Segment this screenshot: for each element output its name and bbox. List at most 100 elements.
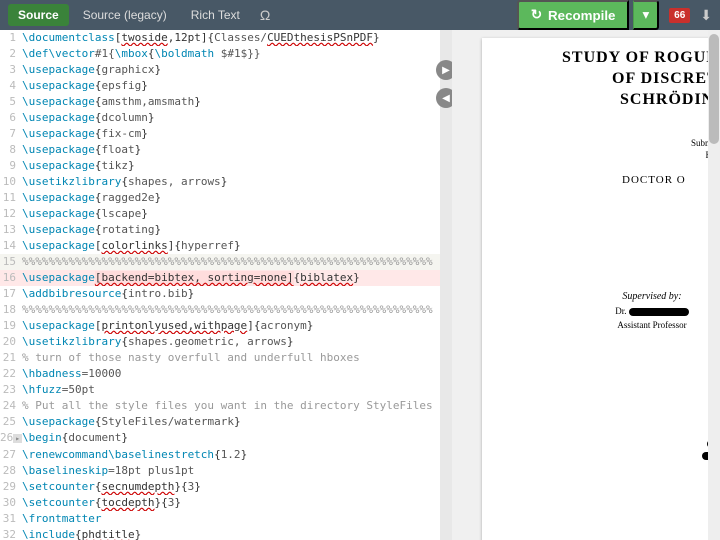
supervisor-title: Assistant Professor (562, 320, 720, 330)
code-line[interactable]: 14\usepackage[colorlinks]{hyperref} (0, 238, 440, 254)
code-line[interactable]: 31\frontmatter (0, 511, 440, 527)
code-line[interactable]: 10\usetikzlibrary{shapes, arrows} (0, 174, 440, 190)
code-line[interactable]: 2\def\vector#1{\mbox{\boldmath $#1$}} (0, 46, 440, 62)
code-content[interactable]: \usetikzlibrary{shapes, arrows} (22, 174, 440, 190)
code-line[interactable]: 3\usepackage{graphicx} (0, 62, 440, 78)
code-content[interactable]: \usepackage{ragged2e} (22, 190, 440, 206)
code-line[interactable]: 5\usepackage{amsthm,amsmath} (0, 94, 440, 110)
line-number: 6 (0, 110, 22, 126)
recompile-dropdown[interactable]: ▾ (633, 0, 659, 30)
code-content[interactable]: \usepackage{rotating} (22, 222, 440, 238)
code-content[interactable]: \addbibresource{intro.bib} (22, 286, 440, 302)
code-content[interactable]: \renewcommand\baselinestretch{1.2} (22, 447, 440, 463)
code-content[interactable]: \include{phdtitle} (22, 527, 440, 540)
line-number: 32 (0, 527, 22, 540)
line-number: 1 (0, 30, 22, 46)
code-line[interactable]: 4\usepackage{epsfig} (0, 78, 440, 94)
line-number: 5 (0, 94, 22, 110)
supervisor-line: Dr. (562, 306, 720, 316)
source-tab[interactable]: Source (8, 4, 69, 26)
line-number: 2 (0, 46, 22, 62)
code-content[interactable]: \usepackage{StyleFiles/watermark} (22, 414, 440, 430)
line-number: 8 (0, 142, 22, 158)
code-line[interactable]: 12\usepackage{lscape} (0, 206, 440, 222)
code-line[interactable]: 24% Put all the style files you want in … (0, 398, 440, 414)
code-content[interactable]: \begin{document} (22, 430, 440, 447)
code-line[interactable]: 21% turn of those nasty overfull and und… (0, 350, 440, 366)
code-content[interactable]: \usepackage{fix-cm} (22, 126, 440, 142)
code-line[interactable]: 11\usepackage{ragged2e} (0, 190, 440, 206)
code-content[interactable]: %%%%%%%%%%%%%%%%%%%%%%%%%%%%%%%%%%%%%%%%… (22, 302, 440, 318)
thesis-title: STUDY OF ROGUE OF DISCRET SCHRÖDIN (562, 48, 720, 110)
code-line[interactable]: 23\hfuzz=50pt (0, 382, 440, 398)
line-number: 12 (0, 206, 22, 222)
line-number: 21 (0, 350, 22, 366)
code-content[interactable]: \def\vector#1{\mbox{\boldmath $#1$}} (22, 46, 440, 62)
code-content[interactable]: \frontmatter (22, 511, 440, 527)
pdf-preview[interactable]: STUDY OF ROGUE OF DISCRET SCHRÖDIN Submi… (452, 30, 720, 540)
code-line[interactable]: 22\hbadness=10000 (0, 366, 440, 382)
code-line[interactable]: 15%%%%%%%%%%%%%%%%%%%%%%%%%%%%%%%%%%%%%%… (0, 254, 440, 270)
code-content[interactable]: \usetikzlibrary{shapes.geometric, arrows… (22, 334, 440, 350)
code-line[interactable]: 9\usepackage{tikz} (0, 158, 440, 174)
line-number: 3 (0, 62, 22, 78)
line-number: 31 (0, 511, 22, 527)
preview-scrollbar[interactable] (708, 30, 720, 540)
code-content[interactable]: \usepackage{tikz} (22, 158, 440, 174)
code-line[interactable]: 8\usepackage{float} (0, 142, 440, 158)
code-content[interactable]: \documentclass[twoside,12pt]{Classes/CUE… (22, 30, 440, 46)
code-content[interactable]: \usepackage[colorlinks]{hyperref} (22, 238, 440, 254)
code-line[interactable]: 25\usepackage{StyleFiles/watermark} (0, 414, 440, 430)
code-line[interactable]: 17\addbibresource{intro.bib} (0, 286, 440, 302)
line-number: 10 (0, 174, 22, 190)
line-number: 25 (0, 414, 22, 430)
code-content[interactable]: \usepackage{amsthm,amsmath} (22, 94, 440, 110)
redacted-supervisor (629, 308, 689, 316)
code-line[interactable]: 28\baselineskip=18pt plus1pt (0, 463, 440, 479)
code-line[interactable]: 16\usepackage[backend=bibtex, sorting=no… (0, 270, 440, 286)
code-line[interactable]: 1\documentclass[twoside,12pt]{Classes/CU… (0, 30, 440, 46)
code-line[interactable]: 29\setcounter{secnumdepth}{3} (0, 479, 440, 495)
recompile-label: Recompile (548, 8, 615, 23)
code-editor[interactable]: 1\documentclass[twoside,12pt]{Classes/CU… (0, 30, 440, 540)
code-content[interactable]: \usepackage{graphicx} (22, 62, 440, 78)
code-line[interactable]: 13\usepackage{rotating} (0, 222, 440, 238)
code-content[interactable]: \usepackage{float} (22, 142, 440, 158)
code-content[interactable]: %%%%%%%%%%%%%%%%%%%%%%%%%%%%%%%%%%%%%%%%… (22, 254, 440, 270)
code-line[interactable]: 18%%%%%%%%%%%%%%%%%%%%%%%%%%%%%%%%%%%%%%… (0, 302, 440, 318)
line-number: 17 (0, 286, 22, 302)
symbol-palette-button[interactable]: Ω (254, 7, 276, 23)
code-content[interactable]: \usepackage[backend=bibtex, sorting=none… (22, 270, 440, 286)
code-line[interactable]: 27\renewcommand\baselinestretch{1.2} (0, 447, 440, 463)
code-content[interactable]: \setcounter{secnumdepth}{3} (22, 479, 440, 495)
code-line[interactable]: 6\usepackage{dcolumn} (0, 110, 440, 126)
award-text: For the av (562, 150, 720, 160)
code-content[interactable]: % turn of those nasty overfull and under… (22, 350, 440, 366)
pane-divider[interactable]: ▶ ◀ (440, 30, 452, 540)
code-line[interactable]: 20\usetikzlibrary{shapes.geometric, arro… (0, 334, 440, 350)
download-icon[interactable]: ⬇ (700, 7, 712, 24)
code-content[interactable]: \usepackage[printonlyused,withpage]{acro… (22, 318, 440, 334)
scrollbar-thumb[interactable] (709, 34, 719, 144)
line-number: 26▸ (0, 430, 22, 447)
rich-text-tab[interactable]: Rich Text (181, 4, 250, 26)
code-content[interactable]: \hfuzz=50pt (22, 382, 440, 398)
code-content[interactable]: \usepackage{lscape} (22, 206, 440, 222)
code-content[interactable]: \hbadness=10000 (22, 366, 440, 382)
code-content[interactable]: \usepackage{dcolumn} (22, 110, 440, 126)
code-content[interactable]: % Put all the style files you want in th… (22, 398, 440, 414)
code-line[interactable]: 32\include{phdtitle} (0, 527, 440, 540)
source-legacy-tab[interactable]: Source (legacy) (73, 4, 177, 26)
code-line[interactable]: 30\setcounter{tocdepth}{3} (0, 495, 440, 511)
error-count-badge[interactable]: 66 (669, 8, 690, 23)
line-number: 20 (0, 334, 22, 350)
recompile-button[interactable]: ↻ Recompile (517, 0, 630, 30)
code-line[interactable]: 19\usepackage[printonlyused,withpage]{ac… (0, 318, 440, 334)
code-content[interactable]: \setcounter{tocdepth}{3} (22, 495, 440, 511)
code-content[interactable]: \baselineskip=18pt plus1pt (22, 463, 440, 479)
line-number: 16 (0, 270, 22, 286)
code-content[interactable]: \usepackage{epsfig} (22, 78, 440, 94)
code-line[interactable]: 26▸\begin{document} (0, 430, 440, 447)
code-line[interactable]: 7\usepackage{fix-cm} (0, 126, 440, 142)
roll-text: Roll N (562, 221, 720, 231)
